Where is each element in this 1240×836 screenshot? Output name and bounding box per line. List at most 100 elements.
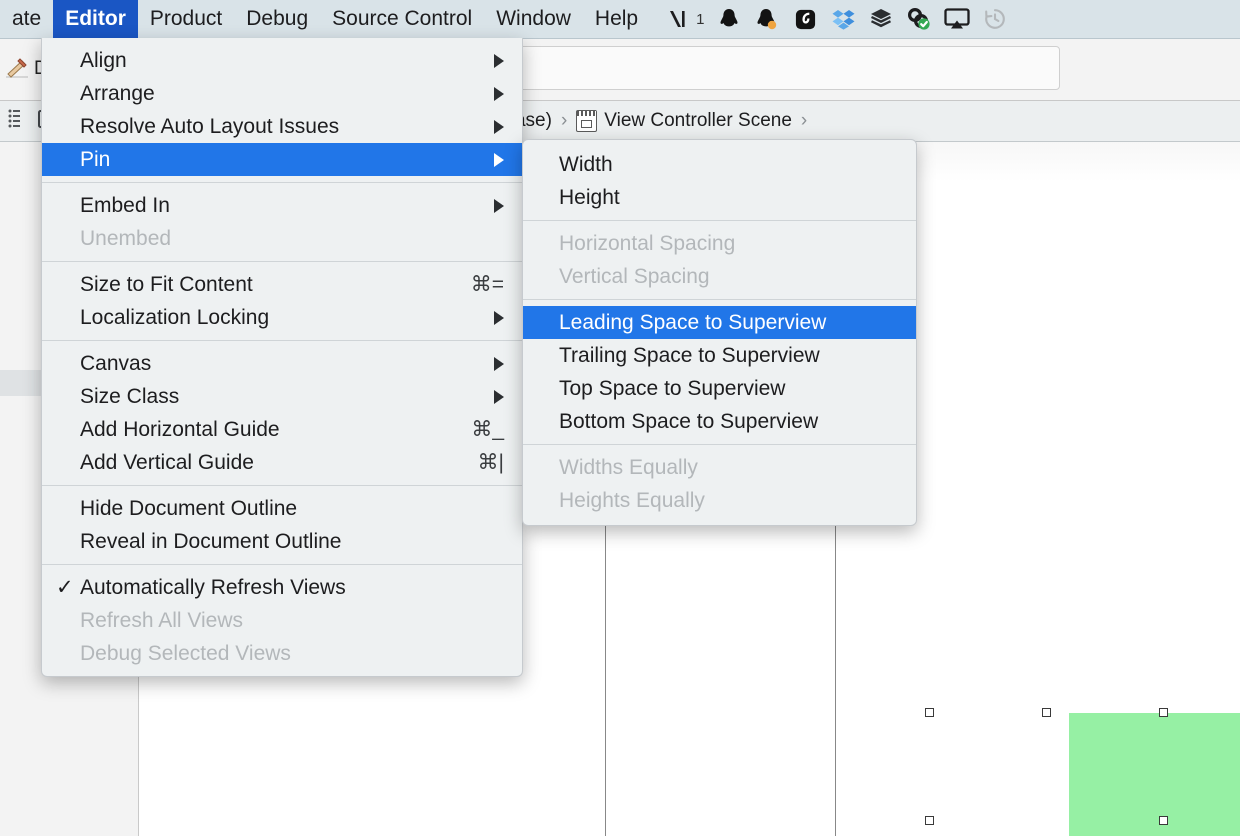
menu-item-add-vertical-guide[interactable]: Add Vertical Guide ⌘| xyxy=(42,446,522,479)
menu-separator xyxy=(42,182,522,183)
breadcrumb-label-3: View Controller Scene xyxy=(604,110,792,131)
menu-item-label: Refresh All Views xyxy=(80,609,244,632)
menu-item-shortcut: ⌘| xyxy=(477,451,504,474)
submenu-arrow-icon xyxy=(494,356,504,371)
selection-handle-middle-right[interactable] xyxy=(1159,816,1168,825)
airplay-icon[interactable] xyxy=(944,6,971,32)
menu-separator xyxy=(42,340,522,341)
xcode-window: ate Editor Product Debug Source Control … xyxy=(0,0,1240,836)
xcode-hammer-icon xyxy=(4,56,30,82)
menu-item-label: Localization Locking xyxy=(80,306,270,329)
checkmark-icon: ✓ xyxy=(56,576,74,599)
menubar-item-editor[interactable]: Editor xyxy=(53,0,138,38)
selection-handle-top-left[interactable] xyxy=(925,708,934,717)
alfred-badge: 1 xyxy=(696,10,705,28)
menu-item-label: Arrange xyxy=(80,82,155,105)
submenu-item-width[interactable]: Width xyxy=(523,148,916,181)
menubar-item-product[interactable]: Product xyxy=(138,0,234,38)
menu-item-label: Size to Fit Content xyxy=(80,273,253,296)
evernote-icon[interactable] xyxy=(792,6,818,32)
menu-item-refresh-all-views: Refresh All Views xyxy=(42,604,522,637)
menu-item-label: Canvas xyxy=(80,352,152,375)
menubar-item-0[interactable]: ate xyxy=(0,0,53,38)
qq-penguin-icon[interactable] xyxy=(716,6,742,32)
menu-item-size-to-fit-content[interactable]: Size to Fit Content ⌘= xyxy=(42,268,522,301)
menu-separator xyxy=(523,299,916,300)
submenu-arrow-icon xyxy=(494,86,504,101)
submenu-item-height[interactable]: Height xyxy=(523,181,916,214)
submenu-item-horizontal-spacing: Horizontal Spacing xyxy=(523,227,916,260)
menu-item-label: Widths Equally xyxy=(559,456,698,479)
menu-item-hide-document-outline[interactable]: Hide Document Outline xyxy=(42,492,522,525)
menu-item-label: Size Class xyxy=(80,385,180,408)
menubar-item-debug[interactable]: Debug xyxy=(234,0,320,38)
related-items-icon[interactable] xyxy=(8,108,20,135)
menu-item-label: Reveal in Document Outline xyxy=(80,530,342,553)
menu-separator xyxy=(42,564,522,565)
submenu-arrow-icon xyxy=(494,152,504,167)
breadcrumb-chevron-2: › xyxy=(560,110,568,131)
submenu-item-widths-equally: Widths Equally xyxy=(523,451,916,484)
menu-item-label: Align xyxy=(80,49,127,72)
sync-check-icon[interactable] xyxy=(906,6,932,32)
menu-separator xyxy=(42,261,522,262)
menu-item-label: Top Space to Superview xyxy=(559,377,786,400)
menu-item-localization-locking[interactable]: Localization Locking xyxy=(42,301,522,334)
menu-bar: ate Editor Product Debug Source Control … xyxy=(0,0,1240,39)
submenu-arrow-icon xyxy=(494,53,504,68)
selection-handle-top-right[interactable] xyxy=(1159,708,1168,717)
selected-uiview[interactable] xyxy=(1069,713,1240,836)
submenu-item-vertical-spacing: Vertical Spacing xyxy=(523,260,916,293)
submenu-item-top-space-to-superview[interactable]: Top Space to Superview xyxy=(523,372,916,405)
menu-item-label: Automatically Refresh Views xyxy=(80,576,346,599)
menubar-item-source-control[interactable]: Source Control xyxy=(320,0,484,38)
menu-item-label: Height xyxy=(559,186,620,209)
menu-item-resolve-auto-layout-issues[interactable]: Resolve Auto Layout Issues xyxy=(42,110,522,143)
submenu-arrow-icon xyxy=(494,389,504,404)
menu-item-size-class[interactable]: Size Class xyxy=(42,380,522,413)
menu-item-automatically-refresh-views[interactable]: ✓ Automatically Refresh Views xyxy=(42,571,522,604)
menu-item-label: Leading Space to Superview xyxy=(559,311,827,334)
qq-message-penguin-icon[interactable] xyxy=(754,6,780,32)
menu-separator xyxy=(523,444,916,445)
menu-item-shortcut: ⌘_ xyxy=(471,418,504,441)
menu-item-label: Add Horizontal Guide xyxy=(80,418,280,441)
time-machine-icon[interactable] xyxy=(982,6,1008,32)
submenu-item-leading-space-to-superview[interactable]: Leading Space to Superview xyxy=(523,306,916,339)
pin-submenu: Width Height Horizontal Spacing Vertical… xyxy=(522,139,917,526)
menu-item-label: Unembed xyxy=(80,227,172,250)
menu-item-label: Horizontal Spacing xyxy=(559,232,736,255)
submenu-item-bottom-space-to-superview[interactable]: Bottom Space to Superview xyxy=(523,405,916,438)
menubar-item-help[interactable]: Help xyxy=(583,0,650,38)
menu-item-label: Add Vertical Guide xyxy=(80,451,254,474)
menu-item-label: Hide Document Outline xyxy=(80,497,298,520)
dropbox-icon[interactable] xyxy=(830,6,856,32)
menubar-status-icons: 1 xyxy=(664,0,1008,38)
menu-item-pin[interactable]: Pin xyxy=(42,143,522,176)
menu-item-label: Bottom Space to Superview xyxy=(559,410,819,433)
submenu-item-heights-equally: Heights Equally xyxy=(523,484,916,517)
menu-item-add-horizontal-guide[interactable]: Add Horizontal Guide ⌘_ xyxy=(42,413,522,446)
alfred-icon[interactable] xyxy=(664,6,690,32)
menubar-item-window[interactable]: Window xyxy=(484,0,583,38)
menu-item-embed-in[interactable]: Embed In xyxy=(42,189,522,222)
submenu-item-trailing-space-to-superview[interactable]: Trailing Space to Superview xyxy=(523,339,916,372)
breadcrumb-chevron-3: › xyxy=(800,110,808,131)
menu-item-reveal-in-document-outline[interactable]: Reveal in Document Outline xyxy=(42,525,522,558)
menu-item-label: Trailing Space to Superview xyxy=(559,344,820,367)
menu-separator xyxy=(42,485,522,486)
breadcrumb-item-view-controller-scene[interactable]: View Controller Scene xyxy=(576,110,792,132)
menu-item-debug-selected-views: Debug Selected Views xyxy=(42,637,522,670)
menu-item-canvas[interactable]: Canvas xyxy=(42,347,522,380)
menu-item-align[interactable]: Align xyxy=(42,44,522,77)
menu-item-label: Width xyxy=(559,153,613,176)
stack-layers-icon[interactable] xyxy=(868,6,894,32)
selection-handle-top-center[interactable] xyxy=(1042,708,1051,717)
submenu-arrow-icon xyxy=(494,119,504,134)
menu-item-shortcut: ⌘= xyxy=(470,273,504,296)
menu-item-label: Heights Equally xyxy=(559,489,705,512)
menu-item-label: Embed In xyxy=(80,194,170,217)
menu-item-arrange[interactable]: Arrange xyxy=(42,77,522,110)
selection-handle-middle-left[interactable] xyxy=(925,816,934,825)
menu-item-label: Pin xyxy=(80,148,111,171)
